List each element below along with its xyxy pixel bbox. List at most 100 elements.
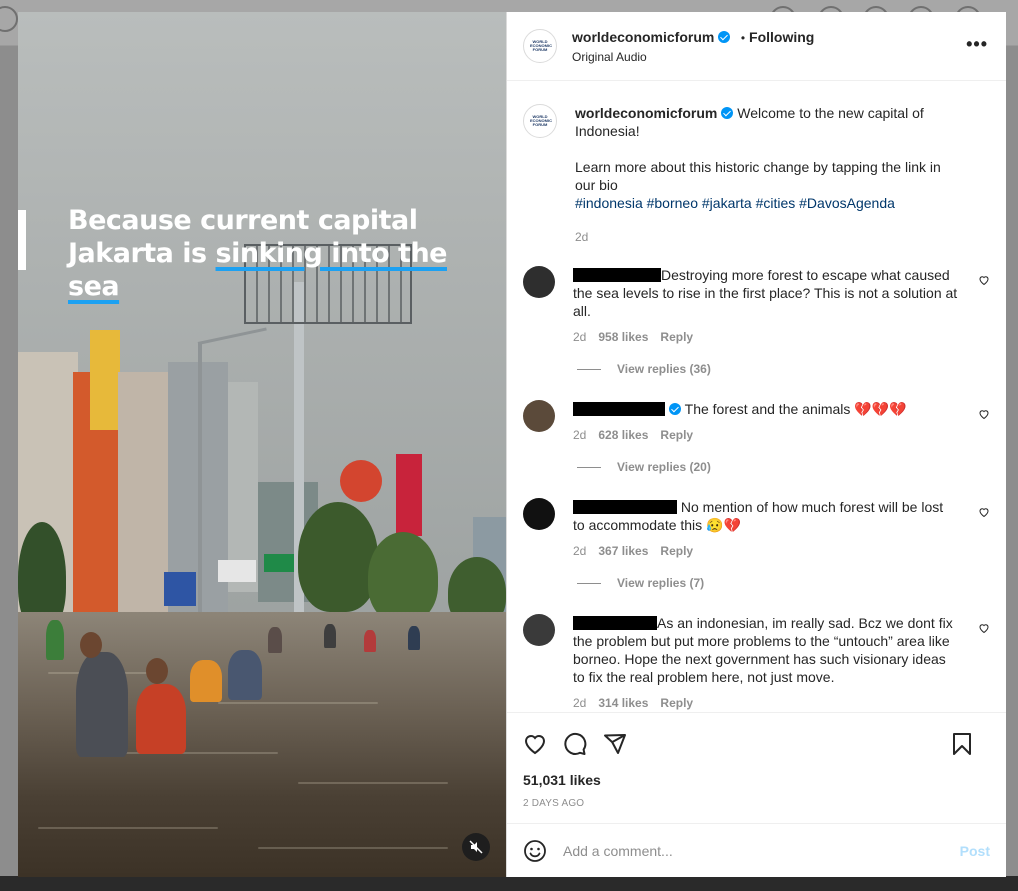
post-time: 2 DAYS AGO — [523, 798, 585, 809]
mute-button[interactable] — [462, 833, 490, 861]
caption-username[interactable]: worldeconomicforum — [575, 105, 717, 121]
verified-icon — [718, 30, 731, 43]
tree — [368, 532, 438, 622]
reply-button[interactable]: Reply — [660, 542, 693, 560]
post-modal: Because current capital Jakarta is sinki… — [18, 12, 1006, 877]
following-button[interactable]: Following — [749, 29, 814, 45]
redacted-username — [573, 500, 677, 514]
post-side-panel: WORLD ECONOMIC FORUM worldeconomicforum … — [506, 12, 1006, 877]
likes-count[interactable]: 51,031 likes — [507, 772, 1006, 788]
reply-button[interactable]: Reply — [660, 426, 693, 444]
replies-line — [577, 368, 601, 370]
bookmark-icon[interactable] — [950, 732, 974, 756]
author-username[interactable]: worldeconomicforum — [572, 29, 714, 45]
comment-body: As an indonesian, im really sad. Bcz we … — [573, 614, 958, 712]
commenter-avatar[interactable] — [523, 266, 555, 298]
caption-body: worldeconomicforum Welcome to the new ca… — [575, 104, 960, 246]
building — [118, 372, 168, 612]
emoji-icon[interactable] — [523, 839, 547, 863]
child-head — [80, 632, 102, 658]
like-comment-heart-icon[interactable] — [978, 274, 990, 286]
comment-body: The forest and the animals 💔💔💔 2d 628 li… — [573, 400, 958, 444]
comment-emoji: 💔💔💔 — [854, 401, 907, 417]
comment-meta: 2d 367 likes Reply — [573, 542, 958, 560]
comment-item: Destroying more forest to escape what ca… — [523, 266, 990, 346]
avatar-logo-text: WORLD ECONOMIC FORUM — [530, 114, 552, 127]
backdrop-logo-icon — [0, 6, 18, 32]
comment-time: 2d — [573, 428, 587, 442]
verified-icon — [669, 403, 681, 415]
view-replies-button[interactable]: View replies (7) — [577, 576, 990, 590]
mute-icon — [469, 840, 483, 854]
video-overlay-caption: Because current capital Jakarta is sinki… — [68, 204, 488, 303]
ripple — [298, 782, 448, 784]
building — [90, 330, 120, 430]
person-figure — [268, 627, 282, 653]
comment-time: 2d — [573, 544, 587, 558]
child-figure — [228, 650, 262, 700]
ripple — [218, 702, 378, 704]
comment-meta: 2d 314 likes Reply — [573, 694, 958, 712]
cart — [46, 620, 64, 660]
caption-time: 2d — [575, 230, 589, 244]
backdrop-grid-strip — [0, 876, 1018, 891]
caption-avatar[interactable]: WORLD ECONOMIC FORUM — [523, 104, 557, 138]
comment-likes[interactable]: 314 likes — [598, 694, 648, 712]
person-figure — [364, 630, 376, 652]
comment-likes[interactable]: 367 likes — [598, 542, 648, 560]
like-comment-heart-icon[interactable] — [978, 506, 990, 518]
comment-meta: 2d 958 likes Reply — [573, 328, 958, 346]
child-figure — [136, 684, 186, 754]
more-icon[interactable]: ••• — [966, 34, 988, 55]
comment-body: Destroying more forest to escape what ca… — [573, 266, 958, 346]
reply-button[interactable]: Reply — [660, 694, 693, 712]
shop-sign — [218, 560, 256, 582]
ripple — [258, 847, 448, 849]
caption-hashtags[interactable]: #indonesia #borneo #jakarta #cities #Dav… — [575, 194, 960, 212]
post-button[interactable]: Post — [960, 843, 990, 859]
separator-dot: • — [740, 30, 746, 45]
overlay-line-2: Jakarta is sinking into the sea — [68, 237, 488, 303]
caption-block: WORLD ECONOMIC FORUM worldeconomicforum … — [523, 104, 990, 246]
view-replies-button[interactable]: View replies (36) — [577, 362, 990, 376]
heart-icon[interactable] — [523, 732, 547, 756]
comment-icon[interactable] — [563, 732, 587, 756]
redacted-username — [573, 616, 657, 630]
child-figure — [76, 652, 128, 757]
reply-button[interactable]: Reply — [660, 328, 693, 346]
comment-likes[interactable]: 958 likes — [598, 328, 648, 346]
comment-item: The forest and the animals 💔💔💔 2d 628 li… — [523, 400, 990, 444]
comment-item: No mention of how much forest will be lo… — [523, 498, 990, 560]
street-light — [198, 342, 202, 612]
view-replies-button[interactable]: View replies (20) — [577, 460, 990, 474]
person-figure — [408, 626, 420, 650]
like-comment-heart-icon[interactable] — [978, 408, 990, 420]
share-icon[interactable] — [603, 732, 627, 756]
comments-list[interactable]: WORLD ECONOMIC FORUM worldeconomicforum … — [507, 81, 1006, 712]
view-replies-label: View replies (20) — [617, 460, 711, 474]
comment-input[interactable]: Add a comment... — [563, 843, 960, 859]
caption-meta: 2d — [575, 228, 960, 246]
commenter-avatar[interactable] — [523, 614, 555, 646]
avatar-logo-text: WORLD ECONOMIC FORUM — [530, 39, 552, 52]
author-avatar[interactable]: WORLD ECONOMIC FORUM — [523, 29, 557, 63]
child-head — [146, 658, 168, 684]
overlay-line-1: Because current capital — [68, 205, 418, 236]
comment-body: No mention of how much forest will be lo… — [573, 498, 958, 560]
ripple — [38, 827, 218, 829]
like-comment-heart-icon[interactable] — [978, 622, 990, 634]
comment-time: 2d — [573, 330, 587, 344]
replies-line — [577, 466, 601, 468]
post-header: WORLD ECONOMIC FORUM worldeconomicforum … — [507, 12, 1006, 81]
commenter-avatar[interactable] — [523, 400, 555, 432]
audio-label[interactable]: Original Audio — [572, 50, 814, 64]
comment-meta: 2d 628 likes Reply — [573, 426, 958, 444]
comment-composer: Add a comment... Post — [507, 823, 1006, 877]
view-replies-label: View replies (36) — [617, 362, 711, 376]
video-player[interactable]: Because current capital Jakarta is sinki… — [18, 12, 506, 877]
commenter-avatar[interactable] — [523, 498, 555, 530]
comment-time: 2d — [573, 696, 587, 710]
replies-line — [577, 582, 601, 584]
verified-icon — [721, 107, 734, 119]
comment-likes[interactable]: 628 likes — [598, 426, 648, 444]
